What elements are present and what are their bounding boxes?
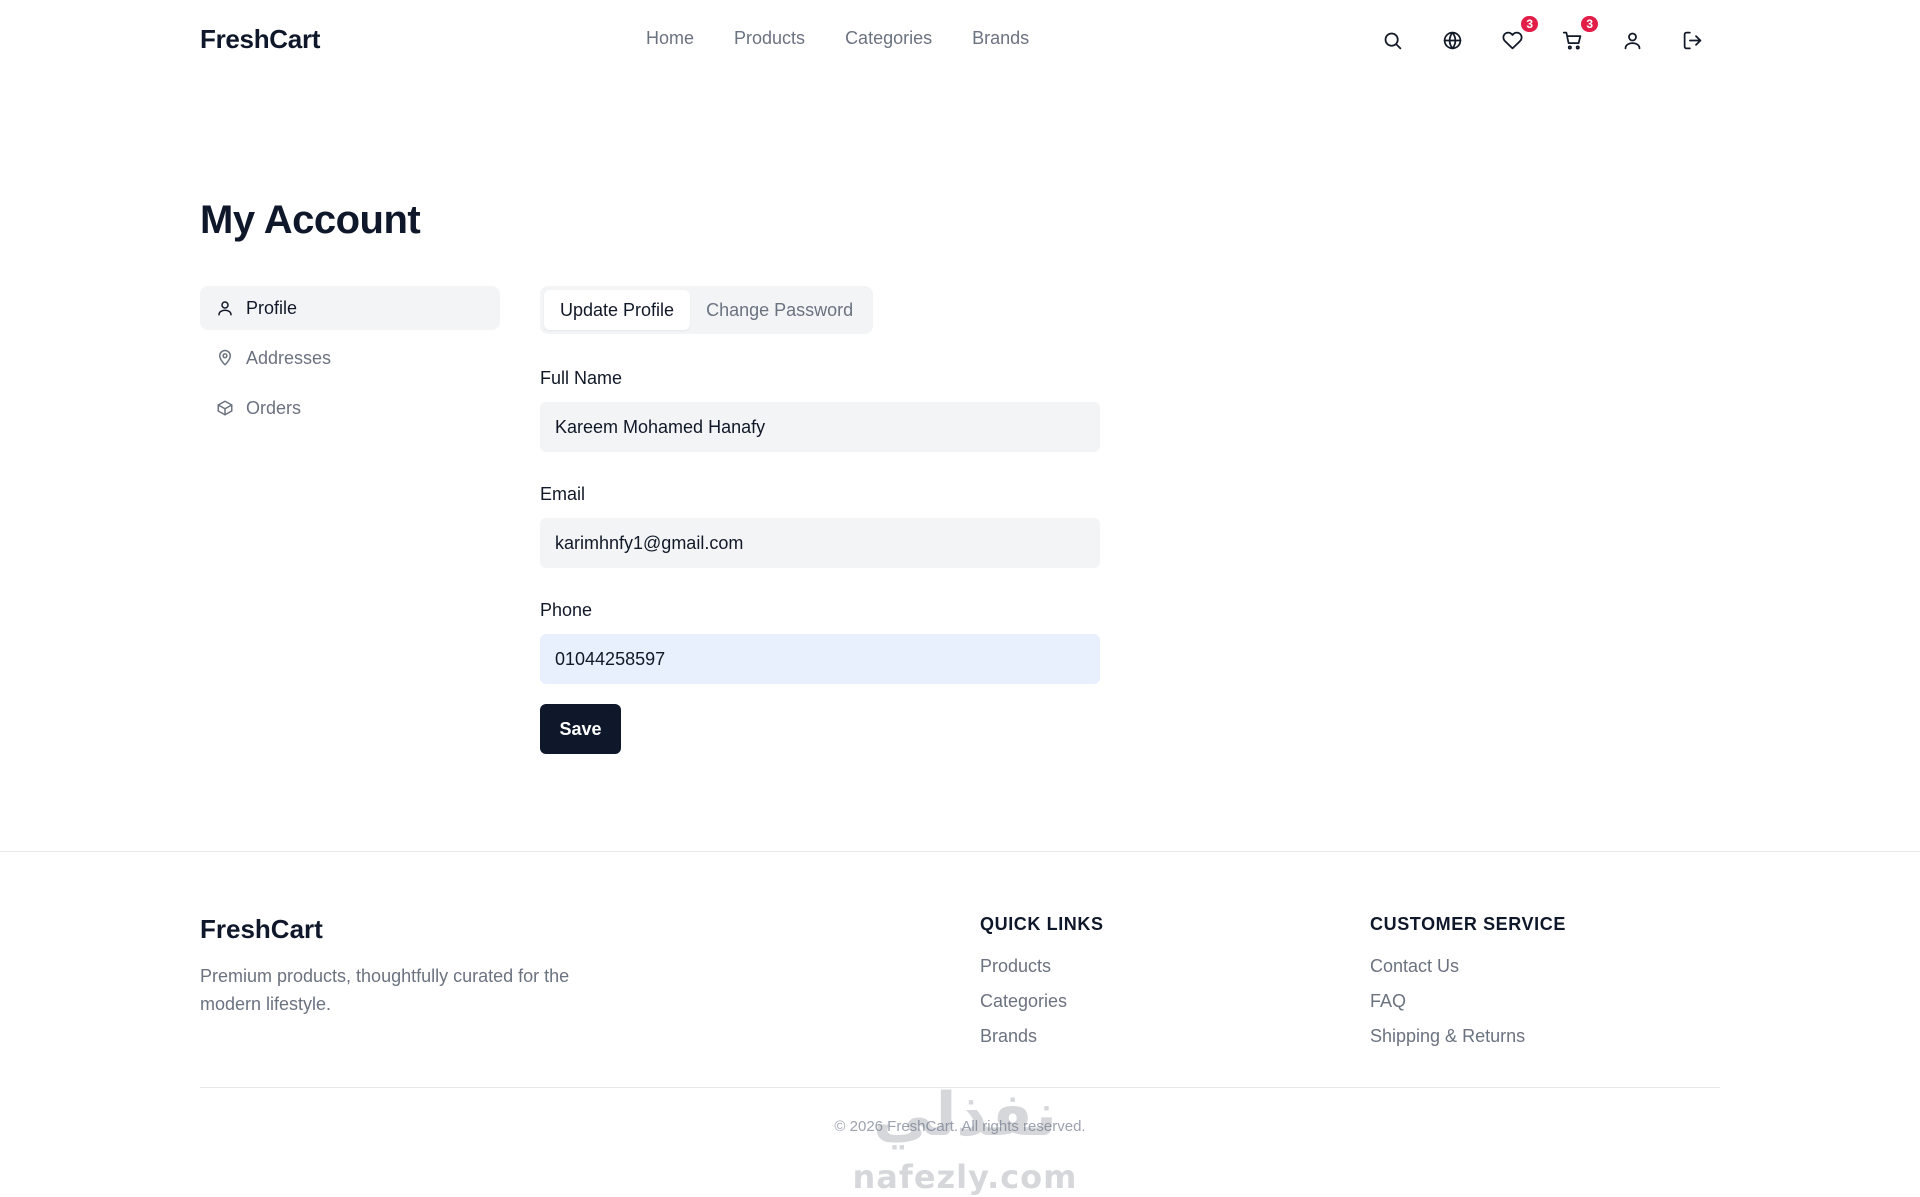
sidebar-item-profile[interactable]: Profile xyxy=(200,286,500,330)
sidebar-item-label: Addresses xyxy=(246,347,332,368)
tab-change-password[interactable]: Change Password xyxy=(690,290,869,330)
phone-input[interactable] xyxy=(540,634,1100,684)
watermark-latin: nafezly.com xyxy=(852,1158,1078,1196)
sidebar-item-label: Orders xyxy=(246,397,302,418)
footer-quick-links: QUICK LINKS Products Categories Brands xyxy=(980,914,1104,1059)
page-title: My Account xyxy=(200,198,421,242)
email-input[interactable] xyxy=(540,518,1100,568)
tab-update-profile[interactable]: Update Profile xyxy=(544,290,691,330)
wishlist-count-badge: 3 xyxy=(1519,14,1540,34)
cart-icon xyxy=(1562,31,1581,50)
map-pin-icon xyxy=(219,349,231,366)
watermark-arabic: نفذلي xyxy=(873,1080,1057,1150)
profile-form: Full Name Email Phone Save xyxy=(540,368,1100,754)
user-icon xyxy=(218,301,232,316)
search-button[interactable] xyxy=(1380,26,1404,54)
footer-link-faq[interactable]: FAQ xyxy=(1370,989,1566,1024)
nav-home[interactable]: Home xyxy=(646,28,694,49)
brand-logo[interactable]: FreshCart xyxy=(200,24,320,55)
nav-categories[interactable]: Categories xyxy=(845,28,932,49)
save-button[interactable]: Save xyxy=(540,704,621,754)
footer-description: Premium products, thoughtfully curated f… xyxy=(200,966,570,1014)
cart-button[interactable]: 3 xyxy=(1560,14,1600,54)
language-button[interactable] xyxy=(1440,26,1464,54)
footer-link-products[interactable]: Products xyxy=(980,954,1104,989)
main-nav: Home Products Categories Brands xyxy=(646,28,1029,49)
sidebar-item-addresses[interactable]: Addresses xyxy=(200,336,500,380)
footer-link-contact[interactable]: Contact Us xyxy=(1370,954,1566,989)
footer-link-categories[interactable]: Categories xyxy=(980,989,1104,1024)
top-header: FreshCart Home Products Categories Brand… xyxy=(0,0,1920,80)
nav-brands[interactable]: Brands xyxy=(972,28,1029,49)
profile-tabs: Update Profile Change Password xyxy=(540,286,874,334)
quick-links-heading: QUICK LINKS xyxy=(980,914,1104,934)
box-icon xyxy=(217,400,233,416)
globe-icon xyxy=(1443,31,1461,49)
logout-button[interactable] xyxy=(1680,26,1704,54)
full-name-label: Full Name xyxy=(540,368,623,388)
footer-divider xyxy=(0,851,1920,852)
sidebar-item-orders[interactable]: Orders xyxy=(200,386,500,430)
customer-service-heading: CUSTOMER SERVICE xyxy=(1370,914,1566,934)
wishlist-button[interactable]: 3 xyxy=(1500,14,1540,54)
footer-link-shipping[interactable]: Shipping & Returns xyxy=(1370,1024,1566,1059)
sidebar-item-label: Profile xyxy=(246,297,298,318)
footer-brand[interactable]: FreshCart xyxy=(200,914,323,945)
cart-count-badge: 3 xyxy=(1579,14,1600,34)
account-button[interactable] xyxy=(1620,26,1644,54)
search-icon xyxy=(1384,32,1401,49)
logout-icon xyxy=(1683,31,1701,49)
full-name-input[interactable] xyxy=(540,402,1100,452)
account-sidebar: Profile Addresses Orders xyxy=(200,286,500,436)
nav-products[interactable]: Products xyxy=(734,28,805,49)
watermark: نفذلي nafezly.com xyxy=(850,1080,1080,1197)
header-actions: 3 3 xyxy=(1380,14,1704,54)
user-icon xyxy=(1624,32,1640,49)
email-label: Email xyxy=(540,484,586,504)
footer-link-brands[interactable]: Brands xyxy=(980,1024,1104,1059)
heart-icon xyxy=(1502,31,1522,49)
phone-label: Phone xyxy=(540,600,593,620)
footer-customer-service: CUSTOMER SERVICE Contact Us FAQ Shipping… xyxy=(1370,914,1566,1059)
